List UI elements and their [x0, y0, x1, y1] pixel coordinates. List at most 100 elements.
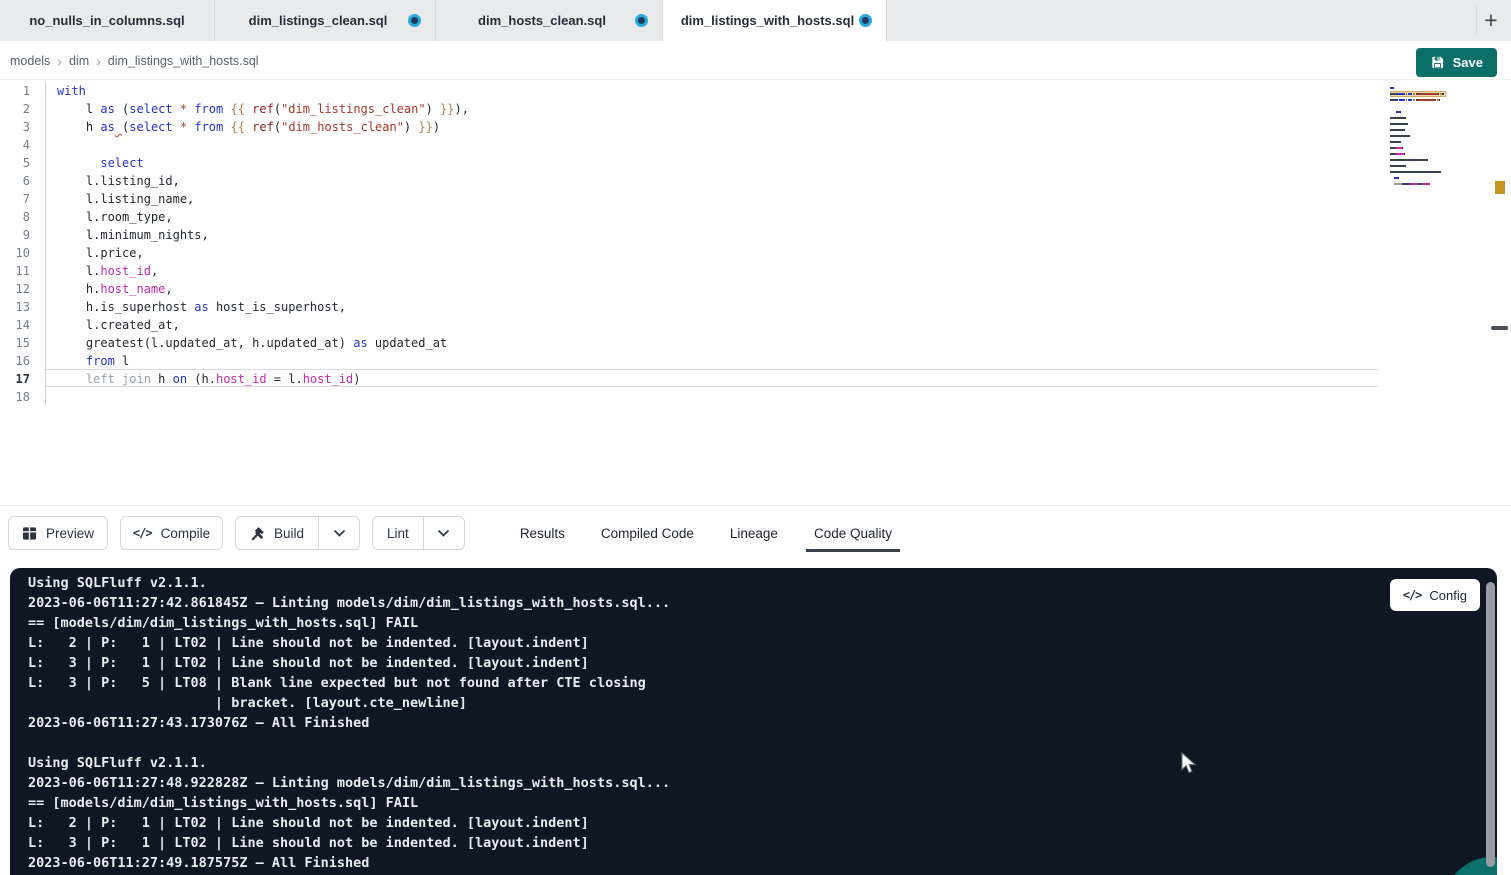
code-token: l.price, — [57, 246, 144, 260]
file-tab[interactable]: dim_listings_clean.sql — [215, 0, 436, 41]
save-button[interactable]: Save — [1416, 48, 1497, 77]
editor-minimap[interactable] — [1390, 85, 1446, 193]
new-tab-button[interactable]: + — [1477, 0, 1505, 41]
lint-terminal-panel: Using SQLFluff v2.1.1. 2023-06-06T11:27:… — [10, 568, 1497, 875]
editor-scrollbar-marker[interactable] — [1491, 326, 1508, 330]
minimap-token — [1390, 165, 1406, 168]
preview-button[interactable]: Preview — [8, 516, 108, 550]
minimap-token — [1398, 177, 1400, 180]
code-line[interactable]: h.host_name, — [57, 280, 469, 298]
line-number: 11 — [0, 262, 30, 280]
code-token: h — [57, 120, 100, 134]
unsaved-changes-icon — [859, 14, 872, 27]
code-token: l.created_at, — [57, 318, 180, 332]
code-token: }} — [440, 102, 454, 116]
code-line[interactable] — [57, 136, 469, 154]
code-line[interactable]: h.is_superhost as host_is_superhost, — [57, 298, 469, 316]
code-line[interactable]: l.room_type, — [57, 208, 469, 226]
panel-tab-lineage[interactable]: Lineage — [728, 506, 780, 561]
lint-button[interactable]: Lint — [373, 517, 424, 549]
minimap-token — [1429, 183, 1430, 186]
code-line[interactable]: l.created_at, — [57, 316, 469, 334]
chevron-down-icon — [334, 530, 345, 537]
code-line[interactable]: left join h on (h.host_id = l.host_id) — [57, 370, 469, 388]
minimap-token — [1390, 171, 1429, 174]
minimap-token — [1396, 147, 1403, 150]
code-token: ( — [274, 102, 281, 116]
panel-tab-results[interactable]: Results — [518, 506, 567, 561]
lint-warning-marker[interactable] — [1495, 181, 1505, 194]
terminal-scrollbar-thumb[interactable] — [1486, 582, 1495, 867]
code-line[interactable]: l.host_id, — [57, 262, 469, 280]
code-token: * — [180, 102, 187, 116]
code-token: with — [57, 84, 86, 98]
file-tab[interactable]: no_nulls_in_columns.sql — [0, 0, 215, 41]
line-number: 7 — [0, 190, 30, 208]
line-number: 16 — [0, 352, 30, 370]
file-tab-label: no_nulls_in_columns.sql — [29, 13, 184, 28]
unsaved-changes-icon — [635, 14, 648, 27]
code-token: select — [129, 102, 172, 116]
code-token: {{ — [230, 120, 244, 134]
code-token — [173, 102, 180, 116]
compile-label: Compile — [161, 526, 211, 541]
code-line[interactable]: from l — [57, 352, 469, 370]
code-line[interactable]: l as (select * from {{ ref("dim_listings… — [57, 100, 469, 118]
code-line[interactable]: l.listing_id, — [57, 172, 469, 190]
code-token: {{ — [230, 102, 244, 116]
minimap-token — [1394, 183, 1403, 186]
code-token: select — [129, 120, 172, 134]
line-number: 1 — [0, 82, 30, 100]
config-button[interactable]: </> Config — [1390, 579, 1480, 611]
code-token: ( — [274, 120, 281, 134]
code-line[interactable]: with — [57, 82, 469, 100]
line-number: 10 — [0, 244, 30, 262]
lint-dropdown-button[interactable] — [424, 517, 464, 549]
code-token: l. — [57, 264, 100, 278]
code-line[interactable]: l.minimum_nights, — [57, 226, 469, 244]
code-line[interactable] — [57, 388, 469, 406]
breadcrumb-item[interactable]: dim — [69, 54, 89, 68]
minimap-token — [1390, 123, 1408, 126]
minimap-token — [1410, 159, 1428, 162]
code-token: "dim_hosts_clean" — [281, 120, 404, 134]
line-number: 13 — [0, 298, 30, 316]
code-token: ) — [426, 102, 433, 116]
line-number: 6 — [0, 172, 30, 190]
panel-tab-compiled-code[interactable]: Compiled Code — [599, 506, 696, 561]
line-number: 12 — [0, 280, 30, 298]
line-number: 5 — [0, 154, 30, 172]
code-token: from — [86, 354, 115, 368]
code-token: ) — [353, 372, 360, 386]
code-line[interactable]: h as (select * from {{ ref("dim_hosts_cl… — [57, 118, 469, 136]
line-number: 17 — [0, 370, 30, 388]
code-brackets-icon: </> — [1403, 588, 1422, 602]
minimap-token — [1396, 111, 1402, 114]
line-number-gutter: 123456789101112131415161718 — [0, 82, 30, 406]
config-label: Config — [1429, 588, 1467, 603]
code-line[interactable]: greatest(l.updated_at, h.updated_at) as … — [57, 334, 469, 352]
file-tab-label: dim_listings_clean.sql — [249, 13, 388, 28]
sql-editor[interactable]: 123456789101112131415161718 with l as (s… — [0, 80, 1511, 505]
code-token: h.is_superhost — [57, 300, 194, 314]
code-token: "dim_listings_clean" — [281, 102, 426, 116]
code-line[interactable]: select — [57, 154, 469, 172]
lint-label: Lint — [387, 526, 409, 541]
code-token — [433, 102, 440, 116]
breadcrumb-item[interactable]: dim_listings_with_hosts.sql — [108, 54, 259, 68]
minimap-token — [1390, 141, 1401, 144]
code-token: ), — [455, 102, 469, 116]
code-line[interactable]: l.price, — [57, 244, 469, 262]
code-content[interactable]: with l as (select * from {{ ref("dim_lis… — [57, 82, 469, 406]
code-token: from — [194, 102, 223, 116]
tab-strip: no_nulls_in_columns.sql dim_listings_clea… — [0, 0, 887, 41]
file-tab[interactable]: dim_listings_with_hosts.sql — [663, 0, 887, 41]
compile-button[interactable]: </> Compile — [120, 516, 223, 550]
code-line[interactable]: l.listing_name, — [57, 190, 469, 208]
code-token: host_id — [100, 264, 151, 278]
file-tab[interactable]: dim_hosts_clean.sql — [436, 0, 663, 41]
build-button[interactable]: Build — [236, 517, 319, 549]
breadcrumb-item[interactable]: models — [10, 54, 50, 68]
build-dropdown-button[interactable] — [319, 517, 359, 549]
panel-tab-code-quality[interactable]: Code Quality — [812, 506, 894, 561]
